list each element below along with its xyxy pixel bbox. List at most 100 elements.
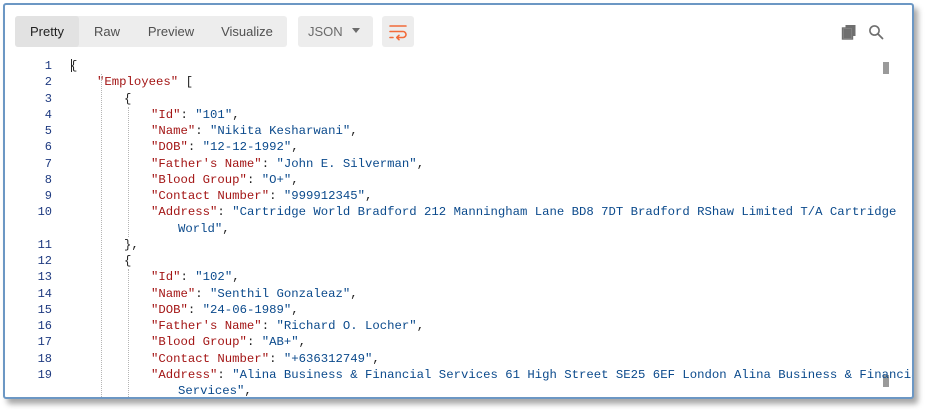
line-number: 13 (37, 270, 52, 285)
tab-pretty[interactable]: Pretty (15, 16, 79, 47)
json-punctuation: , (291, 172, 299, 187)
json-punctuation: : (180, 107, 196, 122)
indent-guide (101, 74, 102, 397)
code-text: "Blood Group": "O+", (151, 172, 299, 188)
json-punctuation: , (244, 384, 252, 397)
json-punctuation: : (187, 302, 203, 317)
code-line: 6 "DOB": "12-12-1992", (5, 139, 885, 155)
indent-guide (128, 106, 129, 237)
json-punctuation: , (298, 335, 306, 350)
json-punctuation: : (261, 319, 277, 333)
code-line: 13 "Id": "102", (5, 269, 885, 285)
code-line: 12 { (5, 253, 885, 269)
code-text: "Name": "Nikita Kesharwani", (151, 123, 358, 139)
line-number: 16 (37, 319, 52, 333)
code-line: 4 "Id": "101", (5, 107, 885, 123)
json-punctuation: , (232, 270, 240, 285)
json-key: "Id" (151, 270, 181, 285)
line-number: 12 (37, 254, 52, 268)
json-punctuation: : (261, 156, 277, 171)
line-number: 18 (37, 351, 52, 366)
line-number: 9 (44, 189, 52, 203)
json-string: "O+" (261, 172, 292, 187)
code-text: "Name": "Senthil Gonzaleaz", (151, 286, 358, 302)
json-punctuation: : (187, 140, 203, 155)
line-number: 11 (37, 237, 52, 252)
json-key: "Employees" (97, 75, 179, 90)
wrap-lines-button[interactable] (382, 16, 414, 47)
code-line: 18 "Contact Number": "+636312749", (5, 351, 885, 367)
code-text: "Address": "Cartridge World Bradford 212… (151, 204, 896, 220)
code-line: 11}, (5, 237, 885, 253)
json-key: "DOB" (151, 302, 188, 317)
line-number: 5 (44, 124, 52, 138)
code-line: 16 "Father's Name": "Richard O. Locher", (5, 318, 885, 334)
json-punctuation: , (291, 302, 299, 317)
json-string: "AB+" (261, 335, 299, 350)
json-punctuation: , (416, 156, 425, 171)
json-key: "Contact Number" (151, 351, 270, 366)
code-text: { (70, 58, 77, 74)
code-text: "Id": "102", (151, 269, 240, 285)
code-text: Services", (178, 383, 252, 397)
line-number: 19 (37, 367, 52, 382)
json-string: "Nikita Kesharwani" (210, 124, 351, 138)
line-number: 7 (44, 156, 52, 171)
json-string: "Senthil Gonzaleaz" (210, 286, 351, 301)
json-punctuation: , (350, 286, 358, 301)
line-number: 6 (44, 140, 52, 155)
line-number: 15 (37, 302, 52, 317)
format-select[interactable]: JSON (298, 16, 373, 47)
code-line: 5 "Name": "Nikita Kesharwani", (5, 123, 885, 139)
code-editor[interactable]: 1{2 "Employees" [3 {4 "Id": "101", 5 "Name": … (5, 57, 912, 397)
json-string: "24-06-1989" (202, 302, 292, 317)
json-punctuation: , (416, 319, 425, 333)
json-string: "101" (195, 107, 233, 122)
code-line: 19 "Address": "Alina Business & Financial… (5, 367, 912, 383)
format-select-value: JSON (308, 24, 343, 39)
json-punctuation: : (269, 351, 284, 366)
json-punctuation: , (232, 107, 240, 122)
json-string: "102" (195, 270, 233, 285)
tab-visualize[interactable]: Visualize (207, 16, 287, 47)
json-key: "Name" (151, 124, 196, 138)
code-line: 10 "Address": "Cartridge World Bradford 2… (5, 204, 897, 220)
json-key: "DOB" (151, 140, 188, 155)
json-string: "John E. Silverman" (276, 156, 417, 171)
tab-preview[interactable]: Preview (135, 16, 207, 47)
code-text: World", (178, 221, 230, 237)
json-string: World" (178, 221, 223, 236)
code-text: "Contact Number": "999912345", (151, 188, 372, 204)
code-line: World", (5, 221, 885, 237)
code-text: "Blood Group": "AB+", (151, 334, 306, 350)
json-punctuation: , (222, 221, 230, 236)
json-key: "Blood Group" (151, 335, 247, 350)
json-punctuation: : (246, 172, 262, 187)
json-punctuation: , (365, 189, 373, 203)
code-text: "DOB": "24-06-1989", (151, 302, 299, 318)
json-string: Services" (178, 384, 245, 397)
code-line: 2 "Employees" [ (5, 74, 885, 90)
code-text: "Father's Name": "John E. Silverman", (151, 156, 424, 172)
code-line: 15 "DOB": "24-06-1989", (5, 302, 885, 318)
code-line: Services", (5, 383, 885, 397)
code-text: "Father's Name": "Richard O. Locher", (151, 318, 424, 334)
json-punctuation: { (70, 59, 78, 73)
line-number: 2 (44, 75, 52, 90)
code-line: 9 "Contact Number": "999912345", (5, 188, 885, 204)
code-line: 1{ (5, 58, 885, 74)
json-string: "Cartridge World Bradford 212 Manningham… (232, 205, 897, 220)
chevron-down-icon (352, 28, 360, 33)
line-number: 8 (44, 172, 52, 187)
code-text: "Address": "Alina Business & Financial S… (151, 367, 912, 383)
code-line: 7 "Father's Name": "John E. Silverman", (5, 156, 885, 172)
json-punctuation: , (350, 124, 358, 138)
tab-raw[interactable]: Raw (79, 16, 135, 47)
line-number: 3 (44, 91, 52, 106)
search-icon[interactable] (868, 24, 884, 40)
json-punctuation: [ (178, 75, 193, 90)
copy-icon[interactable] (841, 24, 857, 40)
code-line: 14 "Name": "Senthil Gonzaleaz", (5, 286, 885, 302)
json-key: "Contact Number" (151, 189, 270, 203)
json-string: "+636312749" (283, 351, 373, 366)
